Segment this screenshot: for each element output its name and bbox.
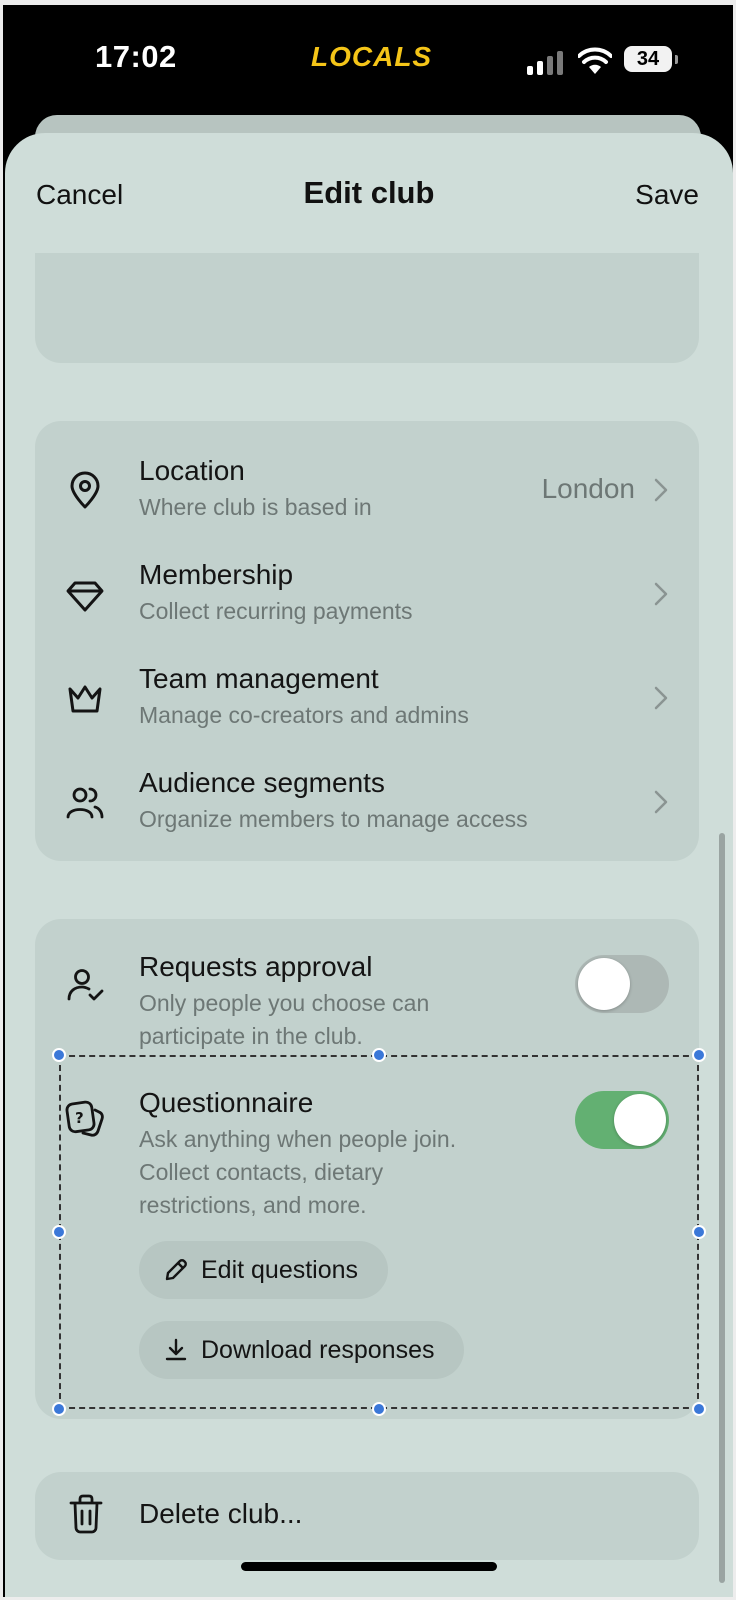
resize-handle-top-left[interactable]: [52, 1048, 66, 1062]
location-value: London: [541, 473, 635, 504]
home-indicator[interactable]: [241, 1562, 497, 1571]
toggle-knob: [578, 958, 630, 1010]
signal-icon: [527, 51, 563, 75]
map-pin-icon: [70, 471, 100, 509]
resize-handle-bottom-left[interactable]: [52, 1402, 66, 1416]
requests-approval-title: Requests approval: [139, 951, 373, 982]
delete-club-label: Delete club...: [139, 1498, 303, 1529]
save-button[interactable]: Save: [635, 179, 699, 211]
team-management-subtitle: Manage co-creators and admins: [139, 702, 469, 728]
users-icon: [66, 787, 104, 819]
description-card[interactable]: [35, 253, 699, 363]
status-time: 17:02: [95, 39, 177, 74]
wifi-icon: [578, 47, 612, 74]
location-subtitle: Where club is based in: [139, 494, 372, 520]
trash-icon: [69, 1494, 103, 1534]
settings-card: Location Where club is based in London M…: [35, 421, 699, 861]
resize-handle-bottom-right[interactable]: [692, 1402, 706, 1416]
chevron-right-icon: [654, 582, 668, 606]
page-title: Edit club: [303, 175, 435, 210]
device-screen: 17:02 LOCALS 34 Cancel Edit club Save Lo…: [3, 5, 733, 1597]
requests-approval-subtitle-line-2: participate in the club.: [139, 1023, 363, 1049]
membership-title: Membership: [139, 559, 294, 590]
audience-segments-title: Audience segments: [139, 767, 385, 798]
membership-subtitle: Collect recurring payments: [139, 598, 413, 624]
resize-handle-right[interactable]: [692, 1225, 706, 1239]
membership-row[interactable]: Membership Collect recurring payments: [35, 545, 699, 645]
diamond-icon: [66, 581, 104, 612]
resize-handle-top[interactable]: [372, 1048, 386, 1062]
audience-segments-subtitle: Organize members to manage access: [139, 806, 528, 832]
sheet-header: Cancel Edit club Save: [5, 133, 733, 253]
selection-box[interactable]: [59, 1055, 699, 1409]
audience-segments-row[interactable]: Audience segments Organize members to ma…: [35, 753, 699, 853]
scrollbar[interactable]: [719, 833, 725, 1583]
resize-handle-bottom[interactable]: [372, 1402, 386, 1416]
requests-approval-subtitle-line-1: Only people you choose can: [139, 990, 430, 1016]
battery-icon: 34: [624, 46, 678, 72]
delete-club-row[interactable]: Delete club...: [35, 1472, 699, 1560]
location-title: Location: [139, 455, 245, 486]
user-check-icon: [67, 969, 104, 1001]
team-management-row[interactable]: Team management Manage co-creators and a…: [35, 649, 699, 749]
crown-icon: [68, 685, 102, 713]
chevron-right-icon: [654, 478, 668, 502]
requests-approval-row: Requests approval Only people you choose…: [35, 939, 699, 1059]
chevron-right-icon: [654, 686, 668, 710]
resize-handle-left[interactable]: [52, 1225, 66, 1239]
team-management-title: Team management: [139, 663, 379, 694]
edit-club-sheet: Cancel Edit club Save Location Where clu…: [5, 133, 733, 1597]
requests-approval-toggle[interactable]: [575, 955, 669, 1013]
resize-handle-top-right[interactable]: [692, 1048, 706, 1062]
chevron-right-icon: [654, 790, 668, 814]
status-bar: 17:02 LOCALS 34: [3, 5, 733, 115]
location-row[interactable]: Location Where club is based in London: [35, 441, 699, 541]
app-logo: LOCALS: [311, 41, 433, 72]
